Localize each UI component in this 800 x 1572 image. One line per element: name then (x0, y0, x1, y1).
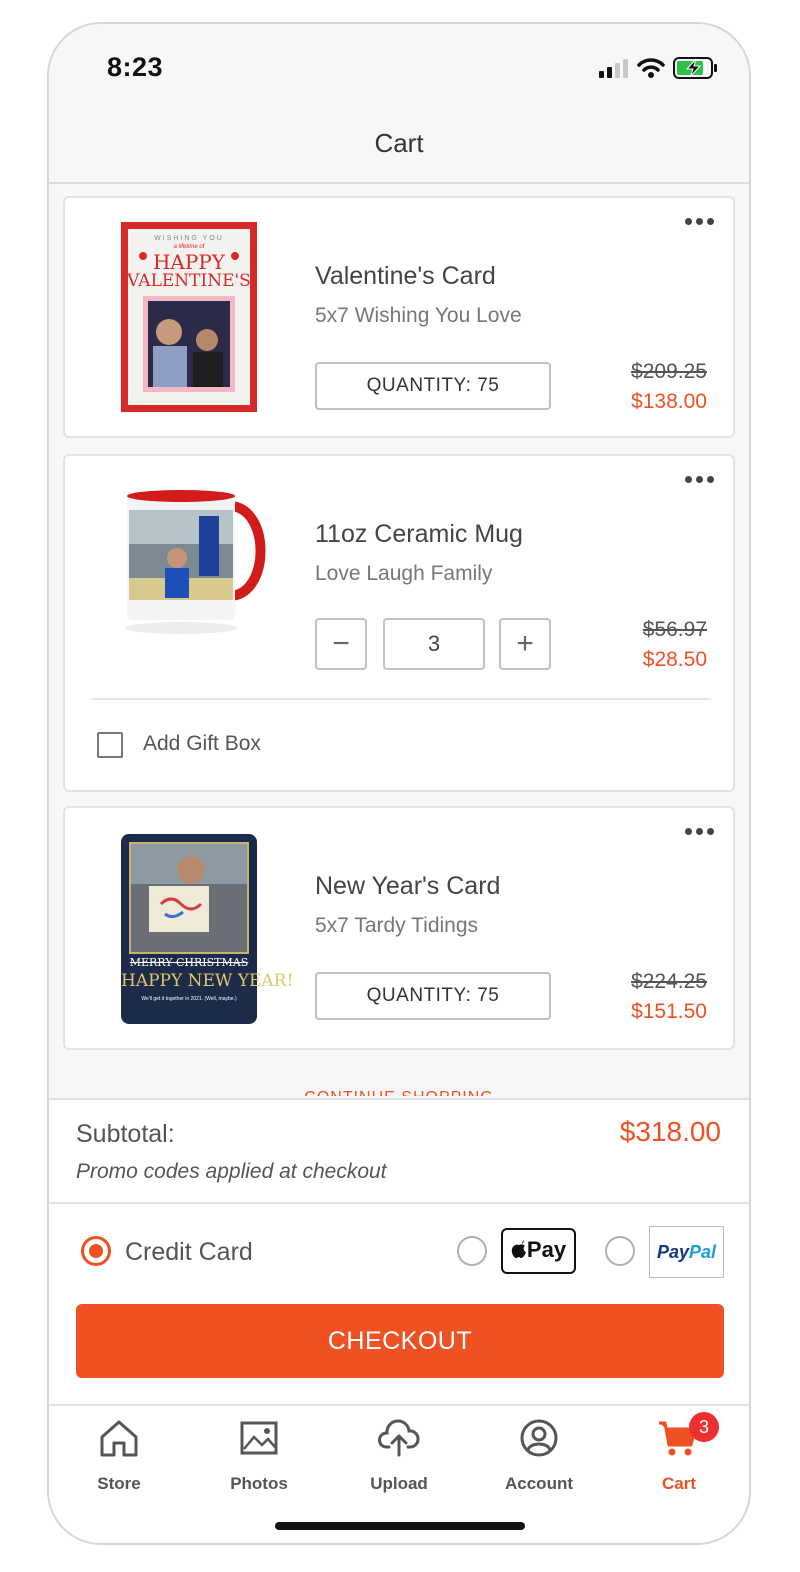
sale-price: $151.50 (631, 1000, 707, 1023)
original-price: $224.25 (631, 970, 707, 993)
checkout-button[interactable]: CHECKOUT (76, 1304, 724, 1378)
valentines-thumb-top-text: WISHING YOU (154, 235, 224, 242)
more-options-icon[interactable] (685, 476, 715, 486)
item-divider (91, 698, 711, 700)
apple-logo-icon (511, 1240, 526, 1258)
signal-icon (599, 59, 628, 78)
quantity-selector[interactable]: QUANTITY: 75 (315, 362, 551, 410)
apple-pay-radio[interactable] (457, 1236, 487, 1266)
quantity-value[interactable]: 3 (383, 618, 485, 670)
tab-label: Photos (230, 1474, 288, 1493)
paypal-label-a: Pay (656, 1242, 689, 1262)
more-options-icon[interactable] (685, 218, 715, 228)
home-indicator[interactable] (275, 1522, 525, 1530)
summary-divider (49, 1202, 749, 1204)
paypal-radio[interactable] (605, 1236, 635, 1266)
status-icons (599, 56, 719, 80)
new-years-thumb-line-1: MERRY CHRISTMAS (129, 956, 249, 969)
paypal-label-b: Pal (689, 1242, 717, 1262)
wifi-icon (637, 58, 665, 78)
paypal-button[interactable]: PayPal (649, 1226, 724, 1278)
new-years-thumb-line-3: We'll get it together in 2021. (Well, ma… (141, 996, 237, 1002)
item-name: 11oz Ceramic Mug (315, 520, 523, 548)
valentines-card-thumbnail[interactable]: WISHING YOU a lifetime of HAPPY VALENTIN… (121, 222, 257, 412)
account-icon (520, 1419, 558, 1457)
item-name: New Year's Card (315, 872, 501, 900)
subtotal-label: Subtotal: (76, 1120, 175, 1148)
new-years-card-thumbnail[interactable]: MERRY CHRISTMAS HAPPY NEW YEAR! We'll ge… (121, 834, 294, 1024)
gift-box-checkbox[interactable] (97, 732, 123, 758)
home-icon (100, 1420, 138, 1457)
tab-cart[interactable]: 3 Cart (619, 1412, 739, 1494)
phone-screen: 8:23 Cart WISHING YOU a lifetime of HAPP… (47, 22, 751, 1545)
more-options-icon[interactable] (685, 828, 715, 838)
cart-count-badge: 3 (689, 1412, 719, 1442)
apple-pay-label: Pay (526, 1237, 567, 1262)
status-time: 8:23 (107, 52, 164, 82)
increase-quantity-button[interactable]: + (499, 618, 551, 670)
nav-header: Cart (49, 114, 749, 184)
new-years-thumb-line-2: HAPPY NEW YEAR! (121, 971, 294, 991)
decrease-quantity-button[interactable]: − (315, 618, 367, 670)
tab-photos[interactable]: Photos (199, 1416, 319, 1494)
continue-shopping-link[interactable]: CONTINUE SHOPPING (49, 1084, 749, 1096)
gift-box-label[interactable]: Add Gift Box (143, 732, 261, 756)
checkout-summary: Subtotal: $318.00 Promo codes applied at… (49, 1098, 749, 1430)
item-description: 5x7 Tardy Tidings (315, 914, 479, 937)
image-icon (240, 1421, 278, 1455)
tab-store[interactable]: Store (59, 1416, 179, 1494)
tab-label: Cart (661, 1474, 696, 1493)
tab-label: Account (505, 1474, 573, 1493)
battery-charging-icon (673, 57, 717, 79)
promo-note: Promo codes applied at checkout (76, 1160, 387, 1183)
valentines-thumb-main-2: VALENTINE'S (127, 271, 251, 291)
page-title: Cart (374, 128, 424, 158)
original-price: $56.97 (642, 618, 707, 641)
tab-label: Store (97, 1474, 141, 1493)
cart-item-new-years-card: MERRY CHRISTMAS HAPPY NEW YEAR! We'll ge… (63, 806, 735, 1050)
cart-item-valentines-card: WISHING YOU a lifetime of HAPPY VALENTIN… (63, 196, 735, 438)
credit-card-label[interactable]: Credit Card (125, 1238, 253, 1267)
apple-pay-button[interactable]: Pay (501, 1228, 576, 1274)
sale-price: $28.50 (642, 648, 707, 671)
credit-card-radio[interactable] (81, 1236, 111, 1266)
subtotal-value: $318.00 (619, 1116, 721, 1147)
tab-account[interactable]: Account (479, 1416, 599, 1494)
quantity-selector[interactable]: QUANTITY: 75 (315, 972, 551, 1020)
sale-price: $138.00 (631, 390, 707, 413)
mug-thumbnail[interactable] (121, 486, 271, 636)
original-price: $209.25 (631, 360, 707, 383)
item-name: Valentine's Card (315, 262, 496, 290)
tab-upload[interactable]: Upload (339, 1416, 459, 1494)
item-description: Love Laugh Family (315, 562, 493, 585)
cloud-upload-icon (378, 1419, 420, 1457)
cart-item-ceramic-mug: 11oz Ceramic Mug Love Laugh Family − 3 +… (63, 454, 735, 792)
status-bar: 8:23 (49, 24, 749, 114)
item-description: 5x7 Wishing You Love (315, 304, 522, 327)
tab-label: Upload (370, 1474, 428, 1493)
